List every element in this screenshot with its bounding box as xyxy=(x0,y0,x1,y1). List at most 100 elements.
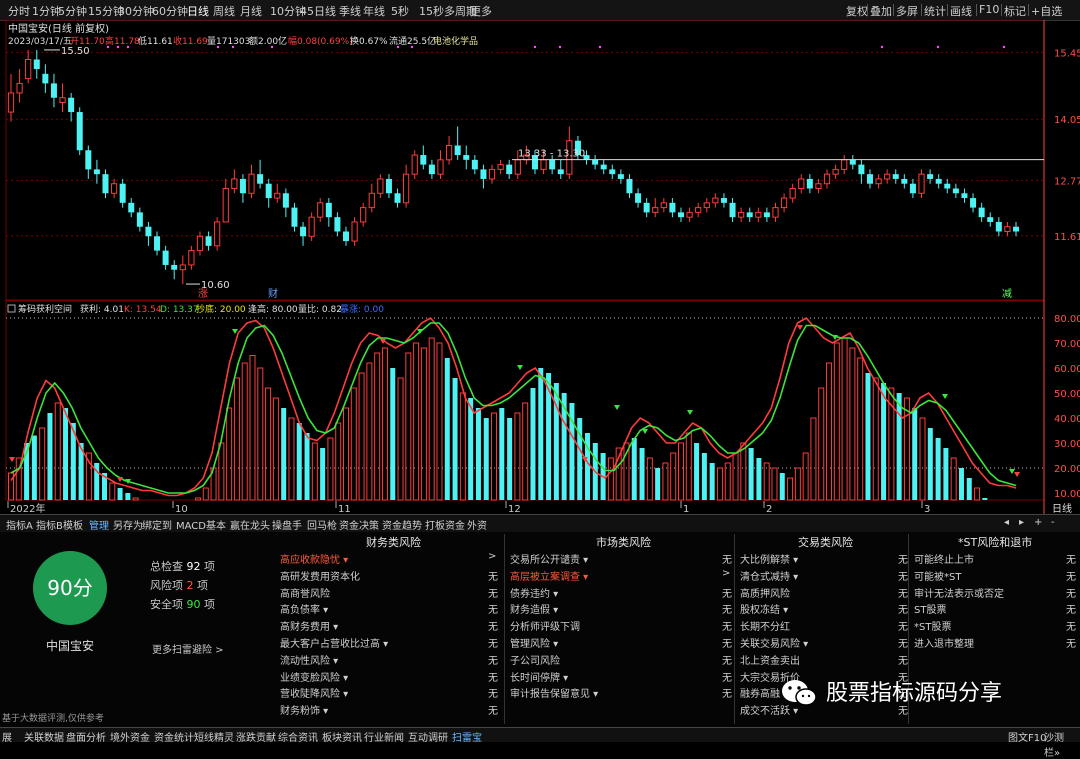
bottom-tab-6[interactable]: 涨跌贡献 xyxy=(236,729,276,744)
period-14[interactable]: 15秒 xyxy=(419,3,444,19)
toolbar-5[interactable]: F10 xyxy=(979,3,999,16)
risk-item[interactable]: 关联交易风险 ▾ xyxy=(740,635,808,650)
bottom-tab-0[interactable]: 展 xyxy=(2,729,12,744)
chart-tab-12[interactable]: 打板资金 xyxy=(425,517,465,532)
toolbar-7[interactable]: +自选 xyxy=(1031,3,1062,19)
period-7[interactable]: 周线 xyxy=(213,3,235,19)
period-4[interactable]: 30分钟 xyxy=(118,3,154,19)
risk-item[interactable]: 高财务费用 ▾ xyxy=(280,618,338,633)
risk-item[interactable]: 高应收款隐忧 ▾ xyxy=(280,551,348,566)
risk-item[interactable]: 子公司风险 xyxy=(510,652,560,667)
zoom-in-button[interactable]: + xyxy=(1034,517,1042,528)
risk-item[interactable]: 业绩变脸风险 ▾ xyxy=(280,669,348,684)
risk-item[interactable]: 财务粉饰 ▾ xyxy=(280,702,328,717)
profit-bar xyxy=(47,413,53,500)
period-11[interactable]: 季线 xyxy=(339,3,361,19)
period-5[interactable]: 60分钟 xyxy=(152,3,188,19)
period-16[interactable]: 更多 xyxy=(470,3,492,19)
period-6[interactable]: 日线 xyxy=(187,3,209,19)
risk-item[interactable]: 审计报告保留意见 ▾ xyxy=(510,685,598,700)
risk-item[interactable]: 可能被*ST xyxy=(914,568,961,583)
chart-tab-10[interactable]: 资金决策 xyxy=(339,517,379,532)
risk-item[interactable]: 清仓式减持 ▾ xyxy=(740,568,798,583)
bottom-tab-10[interactable]: 互动调研 xyxy=(408,729,448,744)
bottom-tab-9[interactable]: 行业新闻 xyxy=(364,729,404,744)
chart-tab-1[interactable]: 指标B xyxy=(36,517,63,532)
risk-item[interactable]: 大比例解禁 ▾ xyxy=(740,551,798,566)
risk-item[interactable]: 北上资金卖出 xyxy=(740,652,800,667)
chart-tab-7[interactable]: 赢在龙头 xyxy=(230,517,270,532)
risk-item[interactable]: *ST股票 xyxy=(914,618,951,633)
candle-body xyxy=(841,159,848,170)
chart-tab-2[interactable]: 模板 xyxy=(63,517,83,532)
risk-item[interactable]: 高负债率 ▾ xyxy=(280,601,328,616)
chart-tab-9[interactable]: 回马枪 xyxy=(307,517,337,532)
bottom-tab-2[interactable]: 盘面分析 xyxy=(66,729,106,744)
risk-item[interactable]: 分析师评级下调 xyxy=(510,618,580,633)
chart-tab-13[interactable]: 外资 xyxy=(467,517,487,532)
risk-item[interactable]: 进入退市整理 xyxy=(914,635,974,650)
bottom-tab-11[interactable]: 扫雷宝 xyxy=(452,729,482,744)
bottom-tab-8[interactable]: 板块资讯 xyxy=(322,729,362,744)
profit-bar xyxy=(865,373,871,500)
risk-item[interactable]: 财务造假 ▾ xyxy=(510,601,558,616)
info-open: 开11.70 xyxy=(70,36,105,47)
chart-tab-3[interactable]: 管理 xyxy=(89,517,109,532)
risk-item[interactable]: 高商誉风险 xyxy=(280,585,330,600)
bottom-tab-4[interactable]: 资金统计 xyxy=(154,729,194,744)
risk-item[interactable]: 交易所公开谴责 ▾ xyxy=(510,551,588,566)
period-2[interactable]: 5分钟 xyxy=(58,3,87,19)
toolbar-divider xyxy=(947,4,948,16)
kline-chart[interactable]: 15.4514.0512.7711.6115.5010.6013.33 - 13… xyxy=(0,20,1080,514)
toolbar-4[interactable]: 画线 xyxy=(950,3,972,19)
risk-item[interactable]: 审计无法表示或否定 xyxy=(914,585,1004,600)
candle-body xyxy=(789,188,796,199)
toolbar-2[interactable]: 多屏 xyxy=(896,3,918,19)
risk-item[interactable]: 流动性风险 ▾ xyxy=(280,652,338,667)
risk-item[interactable]: 债券违约 ▾ xyxy=(510,585,558,600)
candle-body xyxy=(669,202,676,213)
chart-tab-0[interactable]: 指标A xyxy=(6,517,33,532)
risk-item[interactable]: ST股票 xyxy=(914,601,946,616)
risk-item[interactable]: 高研发费用资本化 xyxy=(280,568,360,583)
f10-button[interactable]: 图文F10 xyxy=(1008,729,1046,744)
risk-item[interactable]: 可能终止上市 xyxy=(914,551,974,566)
period-1[interactable]: 1分钟 xyxy=(32,3,61,19)
toolbar-3[interactable]: 统计 xyxy=(924,3,946,19)
profit-bar xyxy=(257,367,264,501)
signal-arrow xyxy=(517,365,523,370)
bottom-tab-7[interactable]: 综合资讯 xyxy=(278,729,318,744)
risk-item[interactable]: 股权冻结 ▾ xyxy=(740,601,788,616)
toolbar-0[interactable]: 复权 xyxy=(846,3,868,19)
period-label: 日线 xyxy=(1052,502,1072,514)
indicator-menu-icon[interactable] xyxy=(7,304,16,313)
period-10[interactable]: 45日线 xyxy=(300,3,336,19)
risk-item[interactable]: 营收陡降风险 ▾ xyxy=(280,685,348,700)
side-panel-toggle[interactable]: 沙测栏» xyxy=(1044,729,1080,759)
toolbar-1[interactable]: 叠加 xyxy=(870,3,892,19)
risk-item[interactable]: 管理风险 ▾ xyxy=(510,635,558,650)
bottom-tab-3[interactable]: 境外资金 xyxy=(110,729,150,744)
risk-item[interactable]: 高质押风险 xyxy=(740,585,790,600)
period-8[interactable]: 月线 xyxy=(240,3,262,19)
more-scan-link[interactable]: 更多扫雷避险 > xyxy=(152,641,224,656)
period-13[interactable]: 5秒 xyxy=(391,3,409,19)
risk-item[interactable]: 长期不分红 xyxy=(740,618,790,633)
chart-tab-8[interactable]: 操盘手 xyxy=(272,517,302,532)
risk-item[interactable]: 长时间停牌 ▾ xyxy=(510,669,568,684)
toolbar-6[interactable]: 标记 xyxy=(1004,3,1026,19)
bottom-tab-1[interactable]: 关联数据 xyxy=(24,729,64,744)
chart-tab-4[interactable]: 另存为 xyxy=(113,517,143,532)
chart-tab-5[interactable]: 绑定到 xyxy=(142,517,172,532)
risk-item[interactable]: 高层被立案调查 ▾ xyxy=(510,568,588,583)
chart-tab-11[interactable]: 资金趋势 xyxy=(382,517,422,532)
period-12[interactable]: 年线 xyxy=(363,3,385,19)
zoom-out-button[interactable]: - xyxy=(1051,517,1055,528)
risk-item[interactable]: 融券高融 xyxy=(740,685,780,700)
scroll-left-button[interactable]: ◂ xyxy=(1004,517,1009,528)
scroll-right-button[interactable]: ▸ xyxy=(1019,517,1024,528)
bottom-tab-5[interactable]: 短线精灵 xyxy=(194,729,234,744)
chart-tab-6[interactable]: MACD基本 xyxy=(176,517,226,532)
period-0[interactable]: 分时 xyxy=(8,3,30,19)
risk-item[interactable]: 最大客户占营收比过高 ▾ xyxy=(280,635,388,650)
